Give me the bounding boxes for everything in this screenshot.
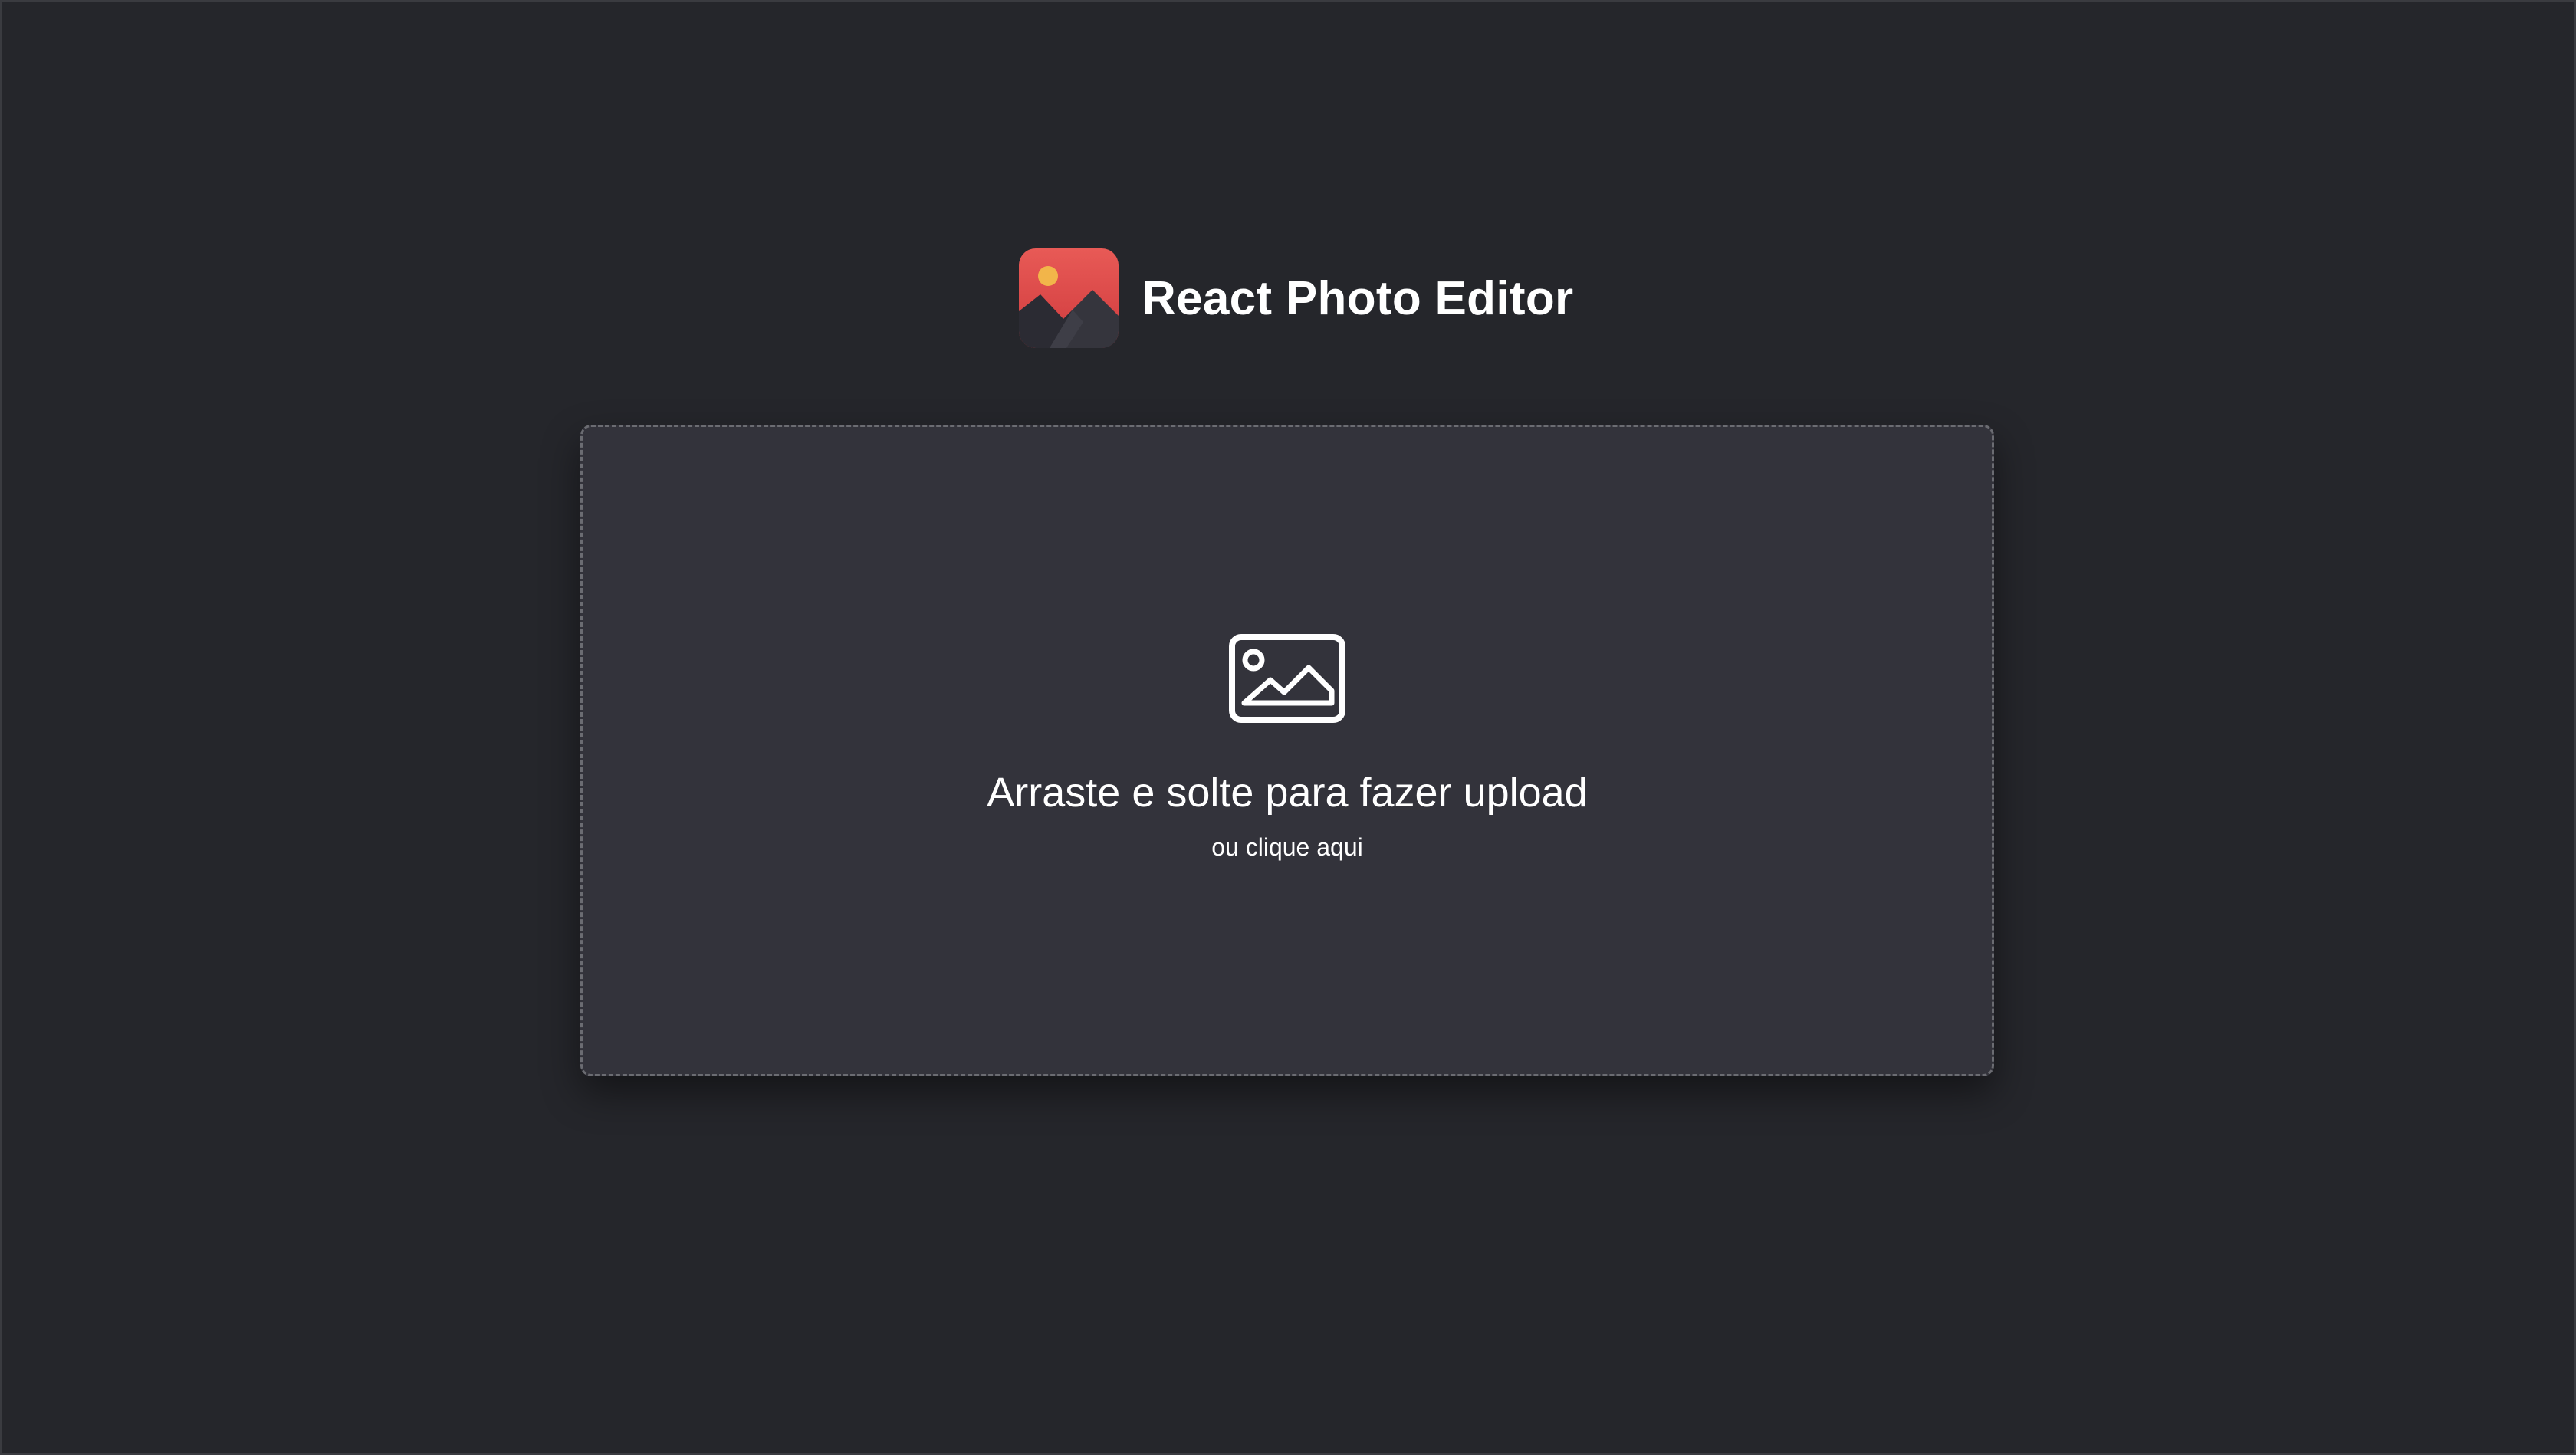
- app-title: React Photo Editor: [1142, 271, 1574, 325]
- dropzone-subtitle: ou clique aqui: [1211, 833, 1363, 861]
- mountain-sun-logo-icon: [1019, 248, 1119, 348]
- app-logo: [1019, 248, 1119, 348]
- image-icon: [1229, 634, 1346, 723]
- app-header: React Photo Editor: [1019, 248, 1573, 348]
- dropzone-content: Arraste e solte para fazer upload ou cli…: [583, 634, 1992, 862]
- upload-dropzone[interactable]: Arraste e solte para fazer upload ou cli…: [580, 425, 1994, 1076]
- dropzone-title: Arraste e solte para fazer upload: [987, 770, 1588, 816]
